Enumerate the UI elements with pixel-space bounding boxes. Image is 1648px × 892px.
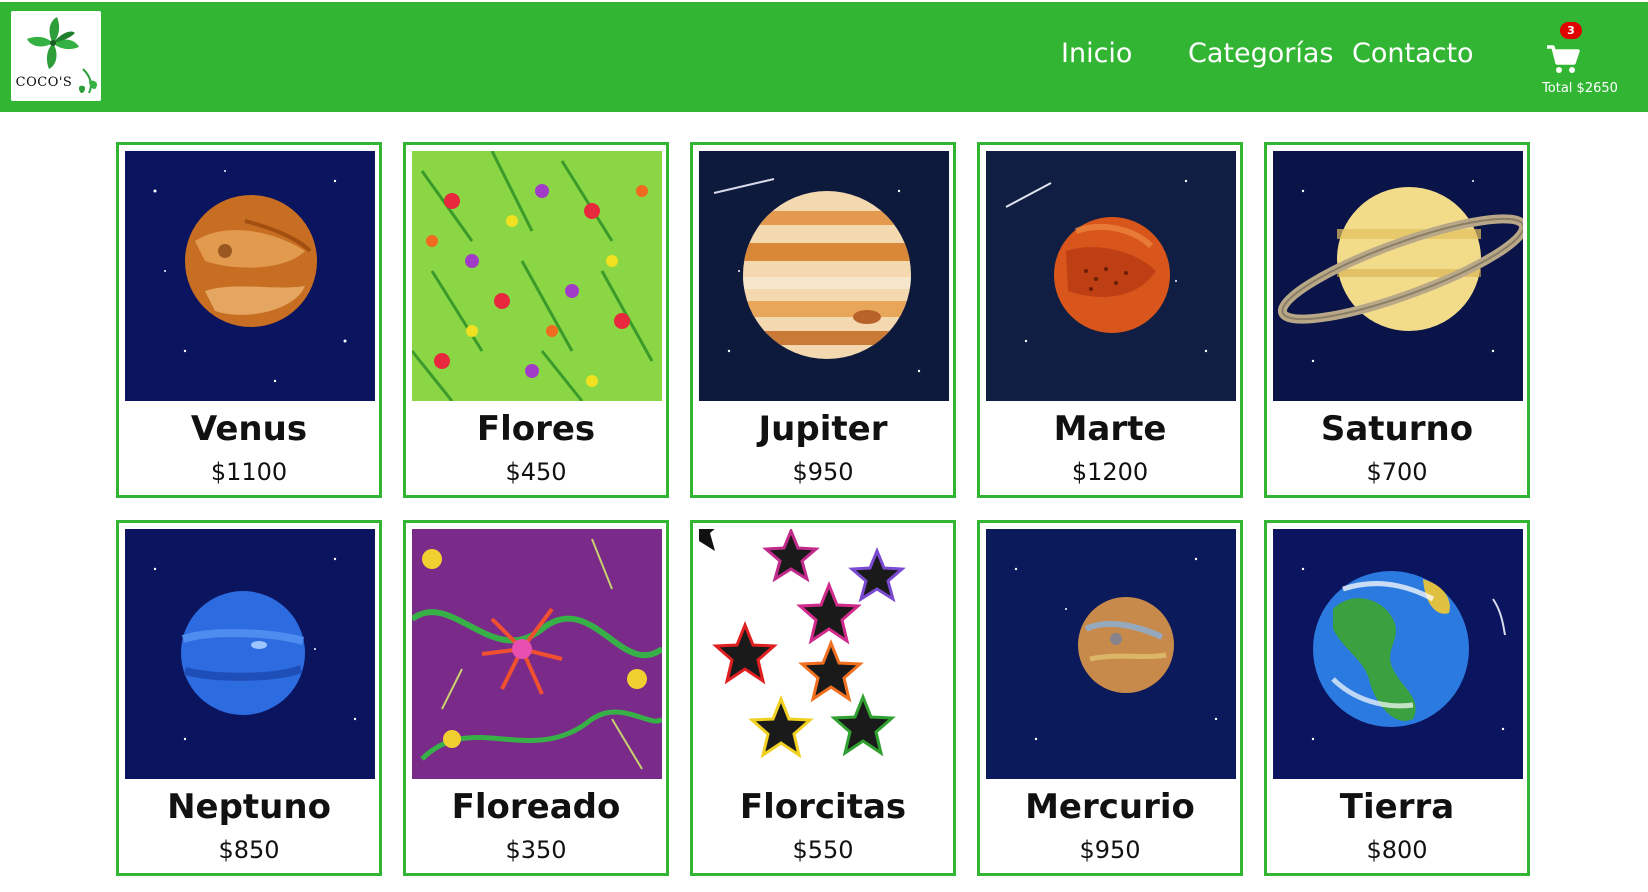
product-card-flores[interactable]: Flores $450 xyxy=(403,142,669,498)
jupiter-planet-image xyxy=(699,151,949,401)
neptune-planet-image xyxy=(125,529,375,779)
product-name: Tierra xyxy=(1339,787,1455,827)
saturn-planet-image xyxy=(1273,151,1523,401)
product-card-saturno[interactable]: Saturno $700 xyxy=(1264,142,1530,498)
nav-link-categorias[interactable]: Categorías xyxy=(1188,40,1333,67)
top-nav-bar: COCO'S Inicio Categorías Contacto 3 Tota… xyxy=(0,0,1648,112)
product-name: Floreado xyxy=(451,787,621,827)
product-image-floreado[interactable] xyxy=(412,529,662,779)
product-image-marte[interactable] xyxy=(986,151,1236,401)
product-price: $950 xyxy=(792,458,854,486)
nav-link-contacto[interactable]: Contacto xyxy=(1352,40,1474,67)
product-image-neptuno[interactable] xyxy=(125,529,375,779)
flowers-pattern-image xyxy=(412,151,662,401)
product-image-jupiter[interactable] xyxy=(699,151,949,401)
product-card-tierra[interactable]: Tierra $800 xyxy=(1264,520,1530,876)
product-card-florcitas[interactable]: Florcitas $550 xyxy=(690,520,956,876)
earth-planet-image xyxy=(1273,529,1523,779)
product-name: Venus xyxy=(190,409,308,449)
product-card-floreado[interactable]: Floreado $350 xyxy=(403,520,669,876)
product-card-neptuno[interactable]: Neptuno $850 xyxy=(116,520,382,876)
nav-link-inicio[interactable]: Inicio xyxy=(1061,40,1132,67)
product-price: $800 xyxy=(1366,836,1428,864)
cart-widget[interactable]: 3 Total $2650 xyxy=(1530,22,1630,102)
product-card-marte[interactable]: Marte $1200 xyxy=(977,142,1243,498)
cart-total: Total $2650 xyxy=(1542,81,1618,96)
mars-planet-image xyxy=(986,151,1236,401)
shopping-cart-icon[interactable] xyxy=(1546,44,1580,74)
product-name: Flores xyxy=(476,409,596,449)
product-card-venus[interactable]: Venus $1100 xyxy=(116,142,382,498)
mercury-planet-image xyxy=(986,529,1236,779)
product-name: Florcitas xyxy=(739,787,907,827)
product-image-saturno[interactable] xyxy=(1273,151,1523,401)
product-card-jupiter[interactable]: Jupiter $950 xyxy=(690,142,956,498)
product-price: $550 xyxy=(792,836,854,864)
product-price: $950 xyxy=(1079,836,1141,864)
venus-planet-image xyxy=(125,151,375,401)
star-flowers-image xyxy=(699,529,949,779)
product-image-tierra[interactable] xyxy=(1273,529,1523,779)
product-price: $850 xyxy=(218,836,280,864)
floral-purple-pattern-image xyxy=(412,529,662,779)
product-image-flores[interactable] xyxy=(412,151,662,401)
product-price: $450 xyxy=(505,458,567,486)
product-name: Jupiter xyxy=(758,409,888,449)
logo-text: COCO'S xyxy=(15,75,73,90)
product-image-venus[interactable] xyxy=(125,151,375,401)
product-name: Saturno xyxy=(1320,409,1474,449)
cart-count-badge: 3 xyxy=(1560,22,1582,39)
brand-logo[interactable]: COCO'S xyxy=(11,11,101,101)
product-name: Marte xyxy=(1053,409,1167,449)
product-price: $1100 xyxy=(210,458,288,486)
product-price: $1200 xyxy=(1071,458,1149,486)
product-image-mercurio[interactable] xyxy=(986,529,1236,779)
product-name: Mercurio xyxy=(1025,787,1195,827)
product-card-mercurio[interactable]: Mercurio $950 xyxy=(977,520,1243,876)
product-image-florcitas[interactable] xyxy=(699,529,949,779)
product-price: $700 xyxy=(1366,458,1428,486)
product-price: $350 xyxy=(505,836,567,864)
product-name: Neptuno xyxy=(167,787,331,827)
